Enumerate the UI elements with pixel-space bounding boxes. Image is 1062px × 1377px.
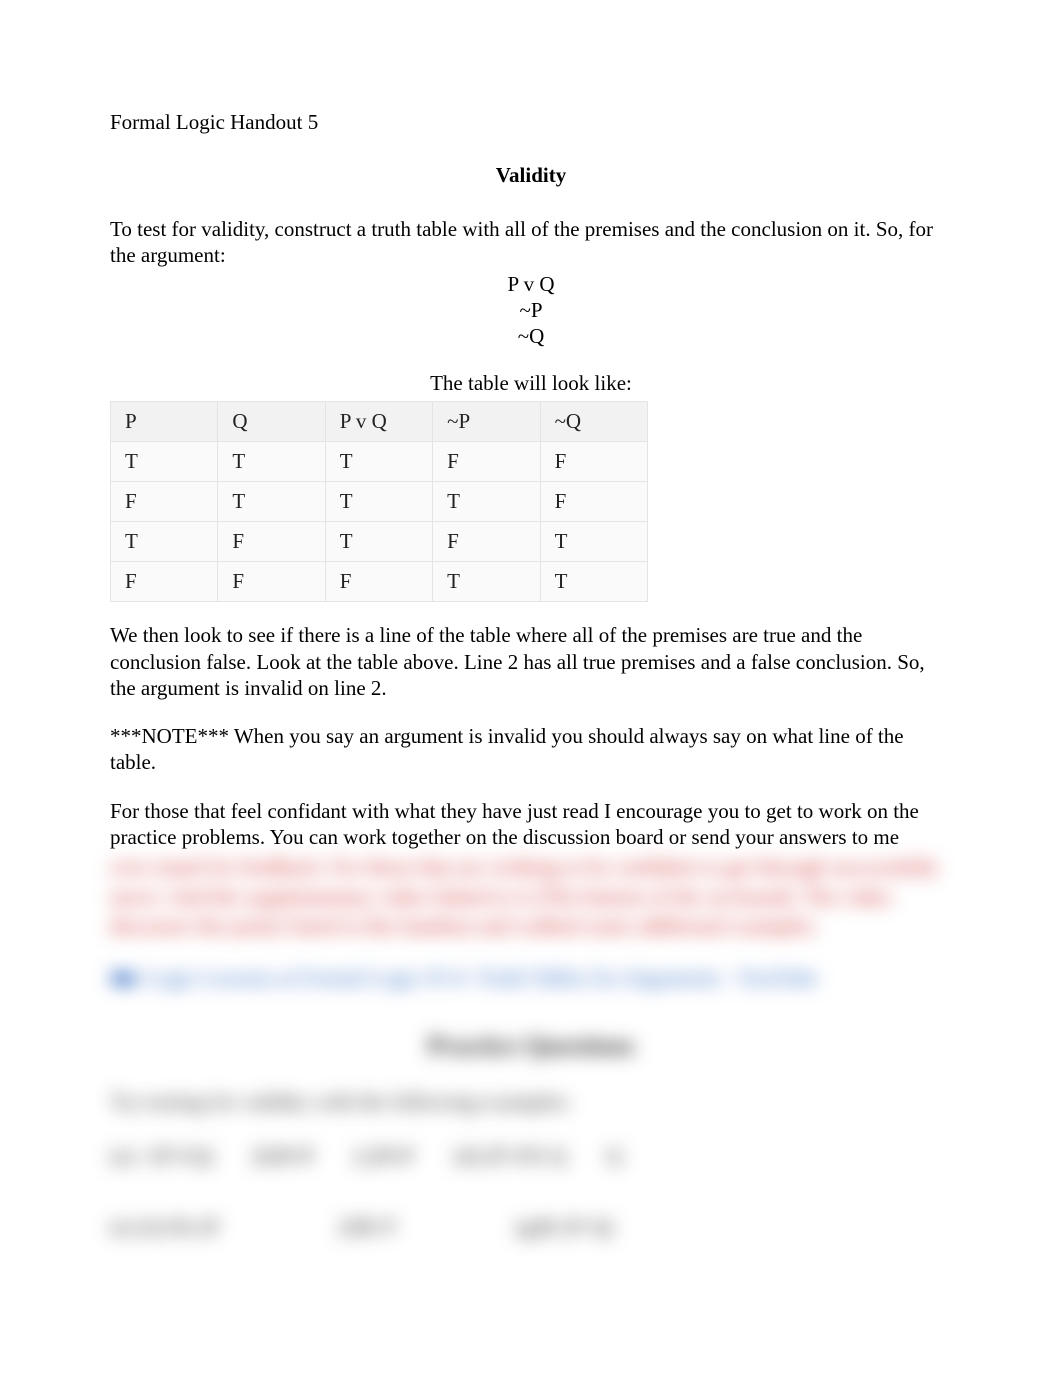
intro-paragraph: To test for validity, construct a truth … (110, 216, 952, 269)
blurred-item: (g)R·(P·Q) (516, 1214, 614, 1240)
table-cell: F (433, 522, 540, 562)
argument-line-2: ~P (110, 297, 952, 323)
table-cell: F (111, 482, 218, 522)
table-cell: Q (218, 402, 325, 442)
argument-line-3: ~Q (110, 323, 952, 349)
table-cell: F (540, 482, 647, 522)
table-cell: P v Q (325, 402, 432, 442)
table-cell: ~P (433, 402, 540, 442)
table-cell: T (540, 522, 647, 562)
table-cell: F (218, 522, 325, 562)
argument-block: P v Q ~P ~Q (110, 271, 952, 350)
table-cell: T (433, 482, 540, 522)
table-cell: T (111, 442, 218, 482)
note-paragraph: ***NOTE*** When you say an argument is i… (110, 723, 952, 776)
table-cell: F (218, 562, 325, 602)
table-row: P Q P v Q ~P ~Q (111, 402, 648, 442)
page-title: Validity (110, 163, 952, 188)
blurred-instruction: Try testing for validity with the follow… (110, 1089, 952, 1115)
blurred-item: (b)PvP (253, 1143, 314, 1169)
table-cell: T (540, 562, 647, 602)
blurred-item: Q (606, 1143, 622, 1169)
blurred-content: over email for feedback. For those that … (110, 852, 952, 1240)
blurred-problem-row: (a) ~(P⊃Q) (b)PvP (c)PvP (d) (P⊃P)·Q Q (110, 1143, 952, 1169)
table-cell: P (111, 402, 218, 442)
table-cell: T (325, 482, 432, 522)
table-cell: T (433, 562, 540, 602)
table-cell: ~Q (540, 402, 647, 442)
table-cell: F (540, 442, 647, 482)
truth-table: P Q P v Q ~P ~Q T T T F F F T T T F T F … (110, 401, 648, 602)
blurred-red-text: over email for feedback. For those that … (110, 852, 952, 941)
handout-header: Formal Logic Handout 5 (110, 110, 952, 135)
blurred-problem-row: (e) (Q·R)·(P (f)R·P (g)R·(P·Q) (110, 1214, 952, 1240)
blurred-item: (c)PvP (354, 1143, 414, 1169)
table-cell: T (111, 522, 218, 562)
document-page: Formal Logic Handout 5 Validity To test … (0, 0, 1062, 1300)
blurred-heading: Practice Questions (110, 1031, 952, 1061)
blurred-item: (a) ~(P⊃Q) (110, 1143, 213, 1169)
blurred-item: (d) (P⊃P)·Q (454, 1143, 566, 1169)
table-cell: F (111, 562, 218, 602)
table-row: F T T T F (111, 482, 648, 522)
explain-paragraph: We then look to see if there is a line o… (110, 622, 952, 701)
argument-line-1: P v Q (110, 271, 952, 297)
table-caption: The table will look like: (110, 371, 952, 396)
table-row: F F F T T (111, 562, 648, 602)
table-row: T F T F T (111, 522, 648, 562)
table-cell: T (218, 442, 325, 482)
blurred-item: (f)R·P (339, 1214, 395, 1240)
table-cell: T (325, 522, 432, 562)
blurred-video-link: ■▶ Logic Lessons at Formal Logic #3 4- T… (110, 965, 818, 991)
table-cell: T (218, 482, 325, 522)
encourage-paragraph: For those that feel confidant with what … (110, 798, 952, 851)
table-cell: F (433, 442, 540, 482)
table-row: T T T F F (111, 442, 648, 482)
table-cell: F (325, 562, 432, 602)
blurred-item: (e) (Q·R)·(P (110, 1214, 219, 1240)
table-cell: T (325, 442, 432, 482)
